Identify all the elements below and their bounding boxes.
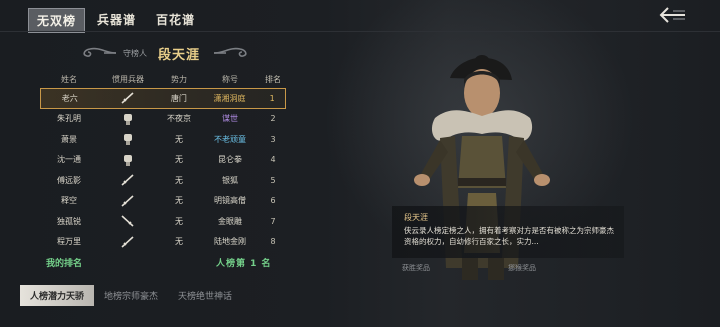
row-title: 金眼雕 [218, 216, 242, 226]
row-title: 昆仑拳 [218, 155, 242, 165]
leaderboard-screen: 无双榜 兵器谱 百花谱 守榜人 段天涯 姓名 惯用兵器 势力 称号 排名 老六 [0, 0, 720, 327]
table-row[interactable]: 傅远影 无 银狐 5 [40, 170, 286, 191]
header-title: 称号 [222, 74, 238, 84]
fist-icon [98, 132, 158, 146]
row-name: 释空 [61, 196, 77, 206]
row-force: 无 [175, 155, 183, 165]
character-info-panel: 段天涯 侠云录人榜定榜之人，拥有着考察对方是否有被称之为宗师豪杰资格的权力，自幼… [392, 206, 624, 258]
info-character-name: 段天涯 [404, 213, 428, 222]
row-title: 潇湘洞庭 [213, 93, 246, 103]
ranking-table: 姓名 惯用兵器 势力 称号 排名 老六 唐门 潇湘洞庭 1 朱孔明 不夜京 谋世… [40, 70, 286, 252]
row-name: 老六 [61, 93, 78, 103]
victory-reward-label[interactable]: 获胜奖品 [402, 263, 430, 273]
row-title: 银狐 [222, 175, 238, 185]
tab-wushuang-list[interactable]: 无双榜 [28, 8, 86, 33]
row-title: 明镜高僧 [214, 196, 246, 206]
row-rank: 3 [270, 134, 276, 144]
row-rank: 6 [270, 196, 276, 206]
sword-icon [98, 214, 158, 228]
header-divider [0, 31, 720, 32]
sword-icon [99, 91, 159, 105]
table-row[interactable]: 程万里 无 陆地金刚 8 [40, 232, 286, 253]
row-force: 唐门 [170, 93, 187, 103]
row-rank: 7 [270, 216, 276, 226]
table-header: 姓名 惯用兵器 势力 称号 排名 [40, 70, 286, 88]
row-force: 无 [175, 196, 183, 206]
sword-icon [98, 173, 158, 187]
tab-human-list[interactable]: 人榜潜力天骄 [20, 284, 95, 306]
row-title: 不老顽童 [214, 134, 246, 144]
tab-earth-list[interactable]: 地榜宗师豪杰 [94, 285, 168, 306]
guardian-name: 段天涯 [158, 48, 201, 63]
bottom-tab-bar: 人榜潜力天骄 地榜宗师豪杰 天榜绝世神话 [20, 284, 310, 306]
row-force: 无 [175, 237, 183, 247]
header-force: 势力 [171, 74, 187, 84]
back-arrow-icon[interactable] [658, 6, 688, 24]
row-name: 萧景 [61, 134, 77, 144]
row-title: 谋世 [222, 114, 238, 124]
row-name: 程万里 [57, 237, 81, 247]
header-weapon: 惯用兵器 [112, 74, 144, 84]
table-row[interactable]: 萧景 无 不老顽童 3 [40, 129, 286, 150]
row-rank: 5 [270, 175, 276, 185]
challenge-reward-label[interactable]: 挪猴奖品 [508, 263, 536, 273]
my-rank-label: 我的排名 [46, 259, 83, 269]
row-rank: 8 [270, 237, 276, 247]
row-rank: 4 [270, 155, 276, 165]
fist-icon [98, 112, 158, 126]
row-name: 傅远影 [57, 175, 81, 185]
sword-icon [98, 194, 158, 208]
row-force: 无 [175, 134, 183, 144]
row-name: 朱孔明 [57, 114, 81, 124]
row-force: 不夜京 [167, 114, 191, 124]
tab-weapon-list[interactable]: 兵器谱 [89, 8, 144, 33]
row-rank: 1 [269, 93, 275, 103]
sword-icon [98, 235, 158, 249]
table-row[interactable]: 沈一通 无 昆仑拳 4 [40, 150, 286, 171]
row-force: 无 [175, 216, 183, 226]
table-row[interactable]: 老六 唐门 潇湘洞庭 1 [40, 88, 286, 109]
info-description: 侠云录人榜定榜之人，拥有着考察对方是否有被称之为宗师豪杰资格的权力，自幼修行百家… [404, 226, 614, 246]
table-row[interactable]: 朱孔明 不夜京 谋世 2 [40, 109, 286, 130]
tab-heaven-list[interactable]: 天榜绝世神话 [168, 285, 242, 306]
row-title: 陆地金刚 [214, 237, 246, 247]
top-tab-bar: 无双榜 兵器谱 百花谱 [28, 8, 207, 33]
row-rank: 2 [270, 114, 276, 124]
row-name: 沈一通 [57, 155, 81, 165]
header-rank: 排名 [265, 74, 281, 84]
my-rank-value: 人榜第 1 名 [216, 259, 272, 269]
my-rank-bar: 我的排名 人榜第 1 名 [46, 256, 276, 270]
tab-flower-list[interactable]: 百花谱 [148, 8, 203, 33]
fist-icon [98, 153, 158, 167]
guardian-label: 守榜人 [123, 49, 147, 58]
right-swirl-ornament-icon [213, 47, 247, 57]
row-force: 无 [175, 175, 183, 185]
header-name: 姓名 [61, 74, 77, 84]
left-swirl-ornament-icon [83, 47, 117, 57]
guardian-header: 守榜人 段天涯 [80, 42, 250, 64]
table-row[interactable]: 释空 无 明镜高僧 6 [40, 191, 286, 212]
row-name: 独孤锐 [57, 216, 81, 226]
table-row[interactable]: 独孤锐 无 金眼雕 7 [40, 211, 286, 232]
